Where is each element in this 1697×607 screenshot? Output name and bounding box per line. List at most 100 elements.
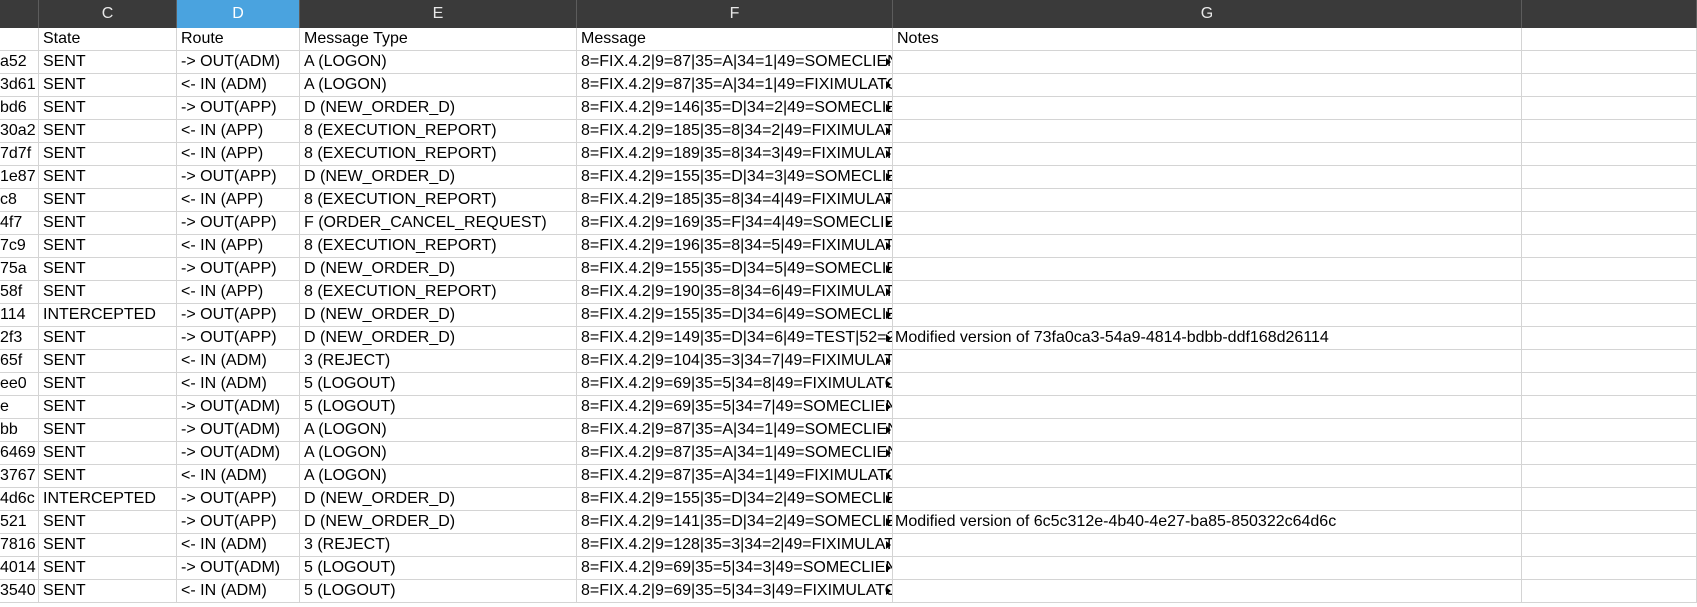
cell-route[interactable]: -> OUT(APP) [177,166,300,189]
cell-route[interactable]: <- IN (APP) [177,189,300,212]
cell-message-type[interactable]: 3 (REJECT) [300,350,577,373]
cell-message-type[interactable]: A (LOGON) [300,74,577,97]
cell-route[interactable]: <- IN (ADM) [177,350,300,373]
cell-message-type[interactable]: 5 (LOGOUT) [300,396,577,419]
cell-route[interactable]: <- IN (ADM) [177,534,300,557]
cell-route[interactable]: -> OUT(APP) [177,97,300,120]
cell-id[interactable]: 30a2 [0,120,39,143]
cell-route[interactable]: <- IN (ADM) [177,465,300,488]
cell-state[interactable]: SENT [39,97,177,120]
column-header-e[interactable]: E [300,0,577,28]
cell-state[interactable]: SENT [39,281,177,304]
cell-message[interactable]: 8=FIX.4.2|9=190|35=8|34=6|49=FIXIMULATOR… [577,281,893,304]
cell-id[interactable]: 3540 [0,580,39,603]
cell-message-type[interactable]: 8 (EXECUTION_REPORT) [300,120,577,143]
cell-empty[interactable] [1522,511,1697,534]
cell-notes[interactable]: Modified version of 73fa0ca3-54a9-4814-b… [893,327,1522,350]
cell-message-type[interactable]: 5 (LOGOUT) [300,373,577,396]
cell-message-type[interactable]: 8 (EXECUTION_REPORT) [300,281,577,304]
cell-route[interactable]: <- IN (APP) [177,235,300,258]
cell-id[interactable]: 7c9 [0,235,39,258]
cell-route[interactable]: -> OUT(APP) [177,511,300,534]
cell-state[interactable]: SENT [39,143,177,166]
cell-state[interactable]: SENT [39,327,177,350]
cell-empty[interactable] [1522,534,1697,557]
cell-id[interactable]: 3767 [0,465,39,488]
cell-notes[interactable] [893,419,1522,442]
cell-state[interactable]: SENT [39,373,177,396]
cell-state[interactable]: SENT [39,235,177,258]
cell-message[interactable]: 8=FIX.4.2|9=185|35=8|34=2|49=FIXIMULATOR… [577,120,893,143]
cell-message-type[interactable]: 8 (EXECUTION_REPORT) [300,189,577,212]
cell-empty[interactable] [1522,304,1697,327]
cell-route[interactable]: -> OUT(ADM) [177,419,300,442]
cell-notes[interactable] [893,557,1522,580]
cell-id[interactable]: 7816 [0,534,39,557]
cell-id[interactable]: 2f3 [0,327,39,350]
cell-id[interactable]: 114 [0,304,39,327]
cell-route[interactable]: <- IN (ADM) [177,580,300,603]
cell-id[interactable]: 4014 [0,557,39,580]
cell-notes[interactable]: Modified version of 6c5c312e-4b40-4e27-b… [893,511,1522,534]
cell-id[interactable]: 65f [0,350,39,373]
cell-message[interactable]: 8=FIX.4.2|9=169|35=F|34=4|49=SOMECLIENT|… [577,212,893,235]
cell-state[interactable]: SENT [39,51,177,74]
cell-message-type[interactable]: F (ORDER_CANCEL_REQUEST) [300,212,577,235]
cell-message-type[interactable]: D (NEW_ORDER_D) [300,258,577,281]
cell-message-type[interactable]: A (LOGON) [300,442,577,465]
cell-state[interactable]: SENT [39,258,177,281]
cell-state[interactable]: SENT [39,212,177,235]
cell-route[interactable]: -> OUT(ADM) [177,442,300,465]
cell-state-header[interactable]: State [39,28,177,51]
cell-empty[interactable] [1522,120,1697,143]
cell-state[interactable]: SENT [39,442,177,465]
cell-message[interactable]: 8=FIX.4.2|9=128|35=3|34=2|49=FIXIMULATOR… [577,534,893,557]
cell-message-type[interactable]: A (LOGON) [300,465,577,488]
cell-type-header[interactable]: Message Type [300,28,577,51]
cell-empty[interactable] [1522,189,1697,212]
cell-empty[interactable] [1522,373,1697,396]
cell-empty[interactable] [1522,557,1697,580]
cell-empty[interactable] [1522,74,1697,97]
column-header-b[interactable] [0,0,39,28]
cell-message[interactable]: 8=FIX.4.2|9=189|35=8|34=3|49=FIXIMULATOR… [577,143,893,166]
cell-state[interactable]: SENT [39,120,177,143]
cell-empty[interactable] [1522,143,1697,166]
cell-notes[interactable] [893,189,1522,212]
cell-state[interactable]: SENT [39,350,177,373]
cell-message-type[interactable]: 8 (EXECUTION_REPORT) [300,235,577,258]
cell-empty[interactable] [1522,281,1697,304]
cell-empty[interactable] [1522,258,1697,281]
cell-message-type[interactable]: D (NEW_ORDER_D) [300,488,577,511]
cell-empty[interactable] [1522,97,1697,120]
cell-message-type[interactable]: 3 (REJECT) [300,534,577,557]
column-header-d[interactable]: D [177,0,300,28]
cell-message[interactable]: 8=FIX.4.2|9=155|35=D|34=5|49=SOMECLIENT|… [577,258,893,281]
cell-id[interactable]: ee0 [0,373,39,396]
cell-route[interactable]: <- IN (APP) [177,281,300,304]
cell-empty[interactable] [1522,396,1697,419]
cell-empty[interactable] [1522,51,1697,74]
cell-id[interactable]: 3d61 [0,74,39,97]
cell-route[interactable]: -> OUT(ADM) [177,51,300,74]
cell-message-type[interactable]: D (NEW_ORDER_D) [300,511,577,534]
cell-notes[interactable] [893,97,1522,120]
cell-message[interactable]: 8=FIX.4.2|9=87|35=A|34=1|49=SOMECLIENT|5… [577,419,893,442]
cell-empty[interactable] [1522,465,1697,488]
cell-message[interactable]: 8=FIX.4.2|9=196|35=8|34=5|49=FIXIMULATOR… [577,235,893,258]
cell-notes[interactable] [893,465,1522,488]
cell-message-type[interactable]: D (NEW_ORDER_D) [300,327,577,350]
cell-id[interactable]: c8 [0,189,39,212]
cell-notes[interactable] [893,534,1522,557]
cell-notes[interactable] [893,166,1522,189]
cell-message[interactable]: 8=FIX.4.2|9=141|35=D|34=2|49=SOMECLIENT|… [577,511,893,534]
cell-empty[interactable] [1522,166,1697,189]
cell-empty[interactable] [1522,350,1697,373]
cell-message-type[interactable]: 5 (LOGOUT) [300,557,577,580]
cell-state[interactable]: SENT [39,511,177,534]
cell-id[interactable]: a52 [0,51,39,74]
cell-id[interactable]: bd6 [0,97,39,120]
cell-empty[interactable] [1522,28,1697,51]
cell-state[interactable]: INTERCEPTED [39,488,177,511]
cell-message[interactable]: 8=FIX.4.2|9=69|35=5|34=3|49=FIXIMULATORT… [577,580,893,603]
